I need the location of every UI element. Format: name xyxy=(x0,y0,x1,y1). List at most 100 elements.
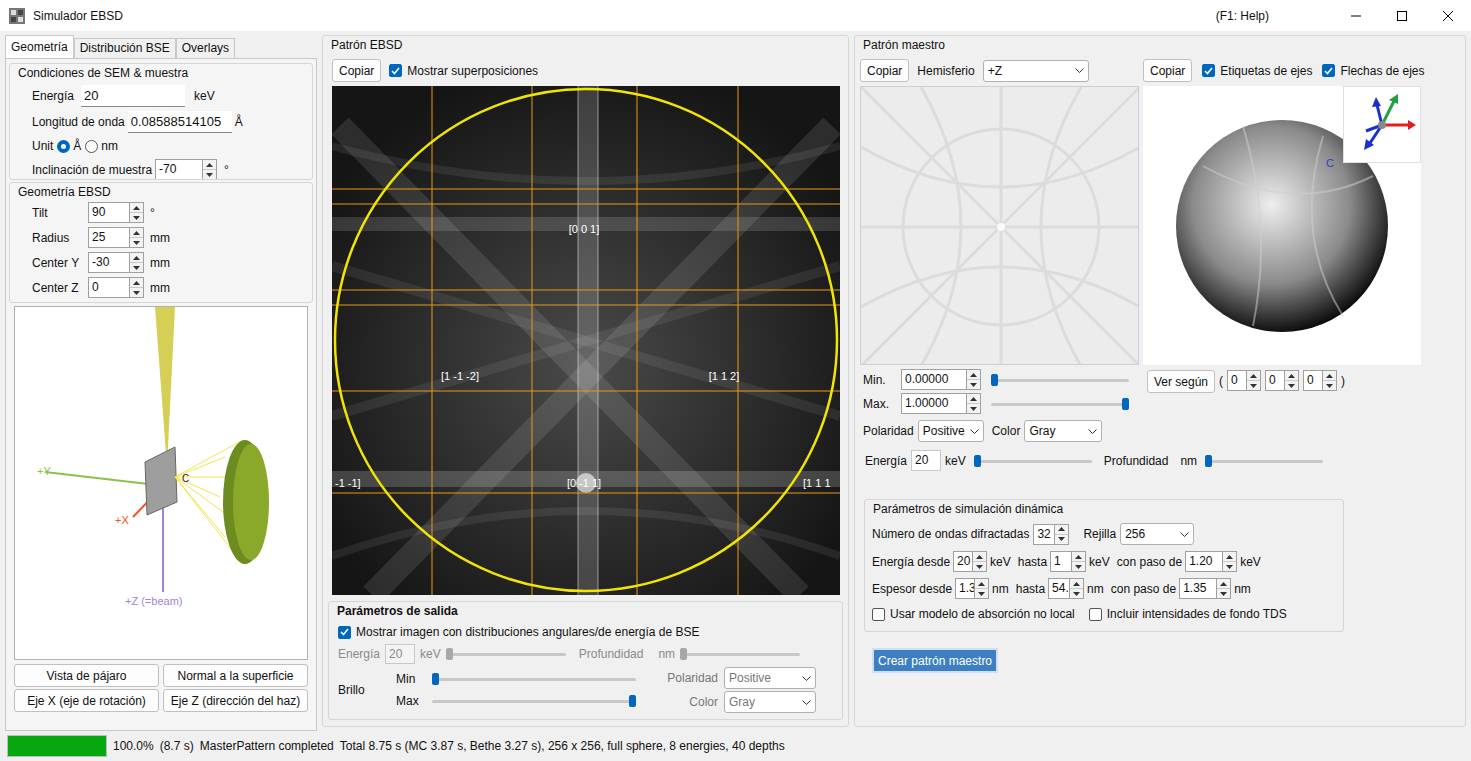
spin-arrows[interactable] xyxy=(1285,370,1299,391)
slider[interactable] xyxy=(446,646,566,662)
text-field[interactable]: 0.08588514105 xyxy=(128,111,232,133)
spin-arrows[interactable] xyxy=(130,202,144,223)
overlay-checkbox[interactable]: Mostrar superposiciones xyxy=(389,62,538,80)
spin-box[interactable]: 0 xyxy=(1303,370,1337,391)
spin-box[interactable]: 1.35 xyxy=(1179,578,1231,599)
spin-arrows[interactable] xyxy=(130,227,144,248)
spin-box[interactable]: 1.35 xyxy=(955,578,989,599)
spin-arrows[interactable] xyxy=(130,277,144,298)
maximize-button[interactable] xyxy=(1379,0,1425,31)
slider[interactable] xyxy=(991,372,1129,388)
button[interactable]: Eje Z (dirección del haz) xyxy=(163,689,308,712)
group-title: Parámetros de simulación dinámica xyxy=(865,500,1343,517)
slider[interactable] xyxy=(432,693,636,709)
tab[interactable]: Geometría xyxy=(5,35,74,58)
axis-arrows-checkbox[interactable]: Flechas de ejes xyxy=(1322,62,1424,80)
spin-box[interactable]: 90 xyxy=(88,202,144,223)
slider[interactable] xyxy=(1205,453,1323,469)
create-master-button[interactable]: Crear patrón maestro xyxy=(872,648,998,673)
button[interactable]: Copiar xyxy=(860,59,909,82)
button[interactable]: Vista de pájaro xyxy=(14,664,159,687)
checkbox-box[interactable] xyxy=(872,608,885,621)
minimize-button[interactable] xyxy=(1333,0,1379,31)
spin-box[interactable]: 1.00000 xyxy=(901,393,981,414)
spin-box[interactable]: 20 xyxy=(953,551,987,572)
status-details: Total 8.75 s (MC 3.87 s, Bethe 3.27 s), … xyxy=(340,737,785,755)
chevron-down-icon xyxy=(1180,532,1189,537)
spin-box[interactable]: 25 xyxy=(88,227,144,248)
tab[interactable]: Overlays xyxy=(176,38,235,58)
spin-box[interactable]: 0.00000 xyxy=(901,369,981,390)
ebsd-pattern-image[interactable]: [0 0 1][1 -1 -2][1 1 2][0 -1 1]-1 -1][1 … xyxy=(332,86,840,595)
button[interactable]: Eje X (eje de rotación) xyxy=(14,689,159,712)
up-arrow-icon xyxy=(1288,374,1295,378)
spin-arrows[interactable] xyxy=(1217,578,1231,599)
slider[interactable] xyxy=(974,453,1092,469)
checkbox-box[interactable] xyxy=(389,64,402,77)
sphere-axis-label: C xyxy=(1326,155,1334,172)
axis-labels-checkbox[interactable]: Etiquetas de ejes xyxy=(1202,62,1312,80)
spin-box[interactable]: 0 xyxy=(1265,370,1299,391)
dropdown[interactable]: Gray xyxy=(1024,420,1102,442)
spin-box[interactable]: 0 xyxy=(88,277,144,298)
tab-bar: GeometríaDistribución BSEOverlays xyxy=(5,35,317,58)
up-arrow-icon xyxy=(133,206,140,210)
text-field[interactable]: 20 xyxy=(81,85,185,107)
slider[interactable] xyxy=(432,671,636,687)
down-arrow-icon xyxy=(1058,537,1065,541)
button[interactable]: Copiar xyxy=(1143,59,1192,82)
dropdown[interactable]: Gray xyxy=(724,691,816,713)
up-arrow-icon xyxy=(1220,582,1227,586)
show-bse-checkbox[interactable]: Mostrar imagen con distribuciones angula… xyxy=(338,623,842,641)
spin-arrows[interactable] xyxy=(1070,578,1084,599)
spin-arrows[interactable] xyxy=(975,578,989,599)
master-pattern-image[interactable] xyxy=(860,86,1139,365)
simulation-option[interactable]: Incluir intensidades de fondo TDS xyxy=(1089,605,1287,623)
spin-arrows[interactable] xyxy=(203,159,217,180)
geometry-3d-view[interactable]: +Y+X+Z (=beam)C xyxy=(14,306,308,660)
checkbox-box[interactable] xyxy=(338,626,351,639)
spin-arrows[interactable] xyxy=(1247,370,1261,391)
spin-box[interactable]: 54. xyxy=(1048,578,1084,599)
spin-box[interactable]: 1 xyxy=(1050,551,1086,572)
axis-label: +Z (=beam) xyxy=(125,593,182,610)
dropdown[interactable]: 256 xyxy=(1120,523,1194,545)
zone-axis-label: [0 -1 1] xyxy=(567,477,601,490)
up-arrow-icon xyxy=(1073,582,1080,586)
up-arrow-icon xyxy=(976,555,983,559)
spin-box[interactable]: 1.20 xyxy=(1185,551,1237,572)
spin-arrows[interactable] xyxy=(1055,524,1069,545)
radio-option[interactable]: nm xyxy=(85,137,118,155)
spin-arrows[interactable] xyxy=(1223,551,1237,572)
spin-arrows[interactable] xyxy=(967,393,981,414)
sphere-view[interactable]: C xyxy=(1143,86,1421,365)
checkbox-box[interactable] xyxy=(1202,64,1215,77)
button[interactable]: Ver según xyxy=(1147,370,1215,393)
spin-box[interactable]: 0 xyxy=(1227,370,1261,391)
slider[interactable] xyxy=(991,396,1129,412)
button[interactable]: Normal a la superficie xyxy=(163,664,308,687)
spin-arrows[interactable] xyxy=(973,551,987,572)
spin-box[interactable]: -70 xyxy=(155,159,217,180)
slider[interactable] xyxy=(680,646,800,662)
zone-axis-label: [1 -1 -2] xyxy=(441,370,479,383)
dropdown[interactable]: +Z xyxy=(983,60,1089,82)
dropdown[interactable]: Positive xyxy=(724,667,816,689)
spin-box[interactable]: -30 xyxy=(88,252,144,273)
spin-arrows[interactable] xyxy=(1323,370,1337,391)
chevron-down-icon xyxy=(1088,429,1097,434)
down-arrow-icon xyxy=(1073,592,1080,596)
close-button[interactable] xyxy=(1425,0,1471,31)
spin-arrows[interactable] xyxy=(1072,551,1086,572)
checkbox-box[interactable] xyxy=(1322,64,1335,77)
dropdown[interactable]: Positive xyxy=(918,420,984,442)
tab[interactable]: Distribución BSE xyxy=(74,38,176,58)
spin-arrows[interactable] xyxy=(130,252,144,273)
button[interactable]: Copiar xyxy=(332,59,381,82)
simulation-option[interactable]: Usar modelo de absorción no local xyxy=(872,605,1075,623)
range-settings-row: Espesor desde1.35nmhasta54.nmcon paso de… xyxy=(872,578,1343,599)
radio-option[interactable]: Å xyxy=(57,137,81,155)
spin-box[interactable]: 32 xyxy=(1033,524,1069,545)
checkbox-box[interactable] xyxy=(1089,608,1102,621)
spin-arrows[interactable] xyxy=(967,369,981,390)
